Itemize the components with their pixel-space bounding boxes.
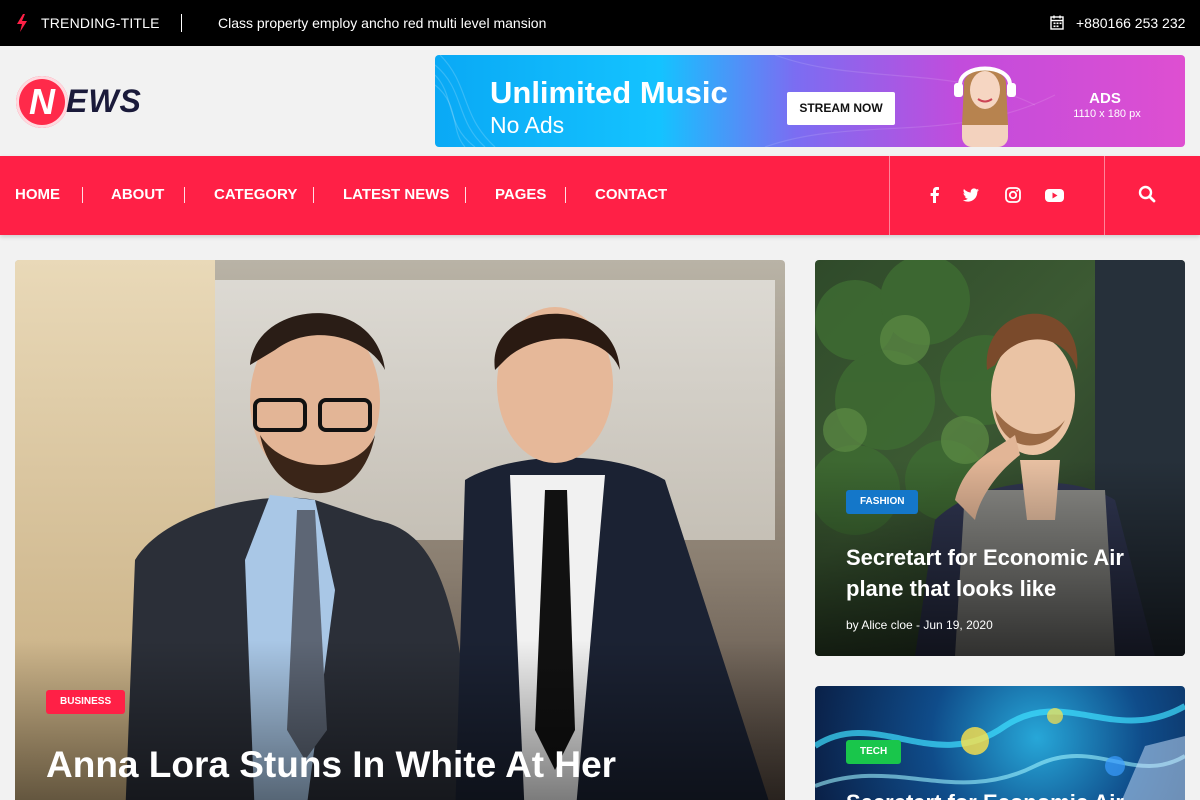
nav-divider	[184, 187, 185, 203]
side-story-card[interactable]: TECH Secretart for Economic Air	[815, 686, 1185, 800]
nav-item-about[interactable]: ABOUT	[111, 186, 164, 203]
ad-model-image	[954, 66, 1016, 147]
calendar-icon	[1050, 15, 1064, 30]
side-story-headline[interactable]: Secretart for Economic Air	[846, 790, 1124, 800]
nav-divider	[313, 187, 314, 203]
instagram-icon[interactable]	[1003, 185, 1023, 205]
facebook-icon[interactable]	[925, 185, 945, 205]
ad-subtitle: No Ads	[490, 112, 565, 138]
search-icon[interactable]	[1137, 184, 1157, 204]
nav-divider	[565, 187, 566, 203]
nav-item-category[interactable]: CATEGORY	[214, 186, 297, 203]
main-nav: HOME ABOUT CATEGORY LATEST NEWS PAGES CO…	[0, 156, 1200, 235]
logo-text: EWS	[66, 83, 142, 119]
logo-initial: N	[29, 81, 55, 122]
ad-size: 1110 x 180 px	[1073, 108, 1141, 120]
side-story-card[interactable]: FASHION Secretart for Economic Air plane…	[815, 260, 1185, 656]
main-story-headline[interactable]: Anna Lora Stuns In White At Her	[46, 744, 616, 786]
nav-divider	[82, 187, 83, 203]
nav-item-contact[interactable]: CONTACT	[595, 186, 667, 203]
nav-item-latest-news[interactable]: LATEST NEWS	[343, 186, 449, 203]
main-story-card[interactable]: BUSINESS Anna Lora Stuns In White At Her	[15, 260, 785, 800]
ad-label: ADS	[1089, 90, 1121, 107]
story-meta: by Alice cloe - Jun 19, 2020	[846, 618, 993, 632]
category-badge-tech[interactable]: TECH	[846, 740, 902, 764]
divider	[181, 14, 182, 32]
top-bar: TRENDING-TITLE Class property employ anc…	[0, 0, 1200, 46]
category-badge-fashion[interactable]: FASHION	[846, 490, 919, 514]
nav-separator	[1104, 156, 1105, 235]
trending-label: TRENDING-TITLE	[41, 15, 160, 31]
youtube-icon[interactable]	[1044, 185, 1065, 205]
lightning-icon	[17, 14, 27, 32]
phone-number: +880166 253 232	[1076, 15, 1186, 31]
logo-badge: N	[16, 76, 68, 128]
ad-title: Unlimited Music	[490, 75, 728, 110]
nav-item-pages[interactable]: PAGES	[495, 186, 546, 203]
ad-banner[interactable]: Unlimited Music No Ads STREAM NOW ADS 11…	[435, 55, 1185, 147]
nav-item-home[interactable]: HOME	[15, 186, 60, 203]
nav-divider	[465, 187, 466, 203]
trending-headline-link[interactable]: Class property employ ancho red multi le…	[218, 15, 546, 31]
side-story-headline[interactable]: Secretart for Economic Air plane that lo…	[846, 542, 1166, 604]
nav-separator	[889, 156, 890, 235]
twitter-icon[interactable]	[961, 185, 981, 205]
site-logo[interactable]: N EWS	[16, 74, 161, 130]
stream-now-button[interactable]: STREAM NOW	[787, 92, 895, 125]
category-badge-business[interactable]: BUSINESS	[46, 690, 126, 714]
